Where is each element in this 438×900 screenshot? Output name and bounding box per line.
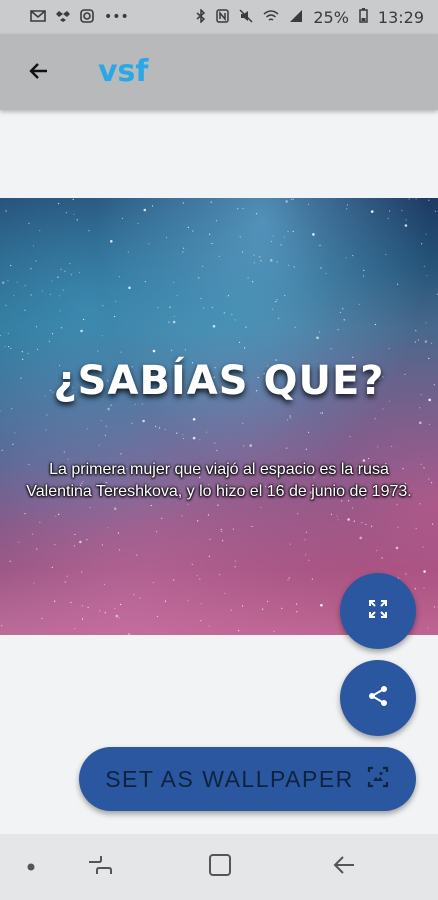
app-title: vsf [98,54,149,89]
status-right-icons: 25% 13:29 [196,8,424,27]
fullscreen-button[interactable] [340,573,416,649]
fact-image-card: ¿SABÍAS QUE? La primera mujer que viajó … [0,198,438,635]
share-button[interactable] [340,660,416,736]
fullscreen-icon [366,597,390,626]
status-left-icons: ••• [30,8,129,26]
recent-apps-icon [87,854,113,881]
status-bar: ••• 25% 13:29 [0,0,438,34]
recent-apps-button[interactable] [80,834,120,900]
card-body-text: La primera mujer que viajó al espacio es… [26,461,412,500]
home-icon [208,853,232,882]
dropbox-icon [56,10,70,25]
wifi-icon [263,9,279,26]
nav-back-button[interactable] [324,834,364,900]
instagram-icon [80,8,94,26]
system-nav-bar [0,834,438,900]
set-wallpaper-label: SET AS WALLPAPER [105,765,354,792]
signal-icon [289,9,303,26]
starfield-background [0,198,438,635]
back-icon [332,853,356,882]
nfc-icon [216,8,230,26]
dot-icon [27,858,35,876]
home-button[interactable] [200,834,240,900]
nav-dot-button[interactable] [16,834,46,900]
wallpaper-icon [366,765,390,794]
battery-percent: 25% [313,7,349,27]
more-icon: ••• [104,9,129,25]
clock: 13:29 [377,7,424,27]
mute-icon [239,8,253,26]
set-wallpaper-button[interactable]: SET AS WALLPAPER [79,747,416,811]
app-bar: vsf [0,34,438,110]
battery-icon [359,8,368,26]
gmail-icon [30,9,46,25]
bluetooth-icon [196,7,206,26]
back-button[interactable] [22,56,56,90]
share-icon [366,684,390,713]
arrow-back-icon [27,59,51,88]
card-heading: ¿SABÍAS QUE? [53,358,385,404]
